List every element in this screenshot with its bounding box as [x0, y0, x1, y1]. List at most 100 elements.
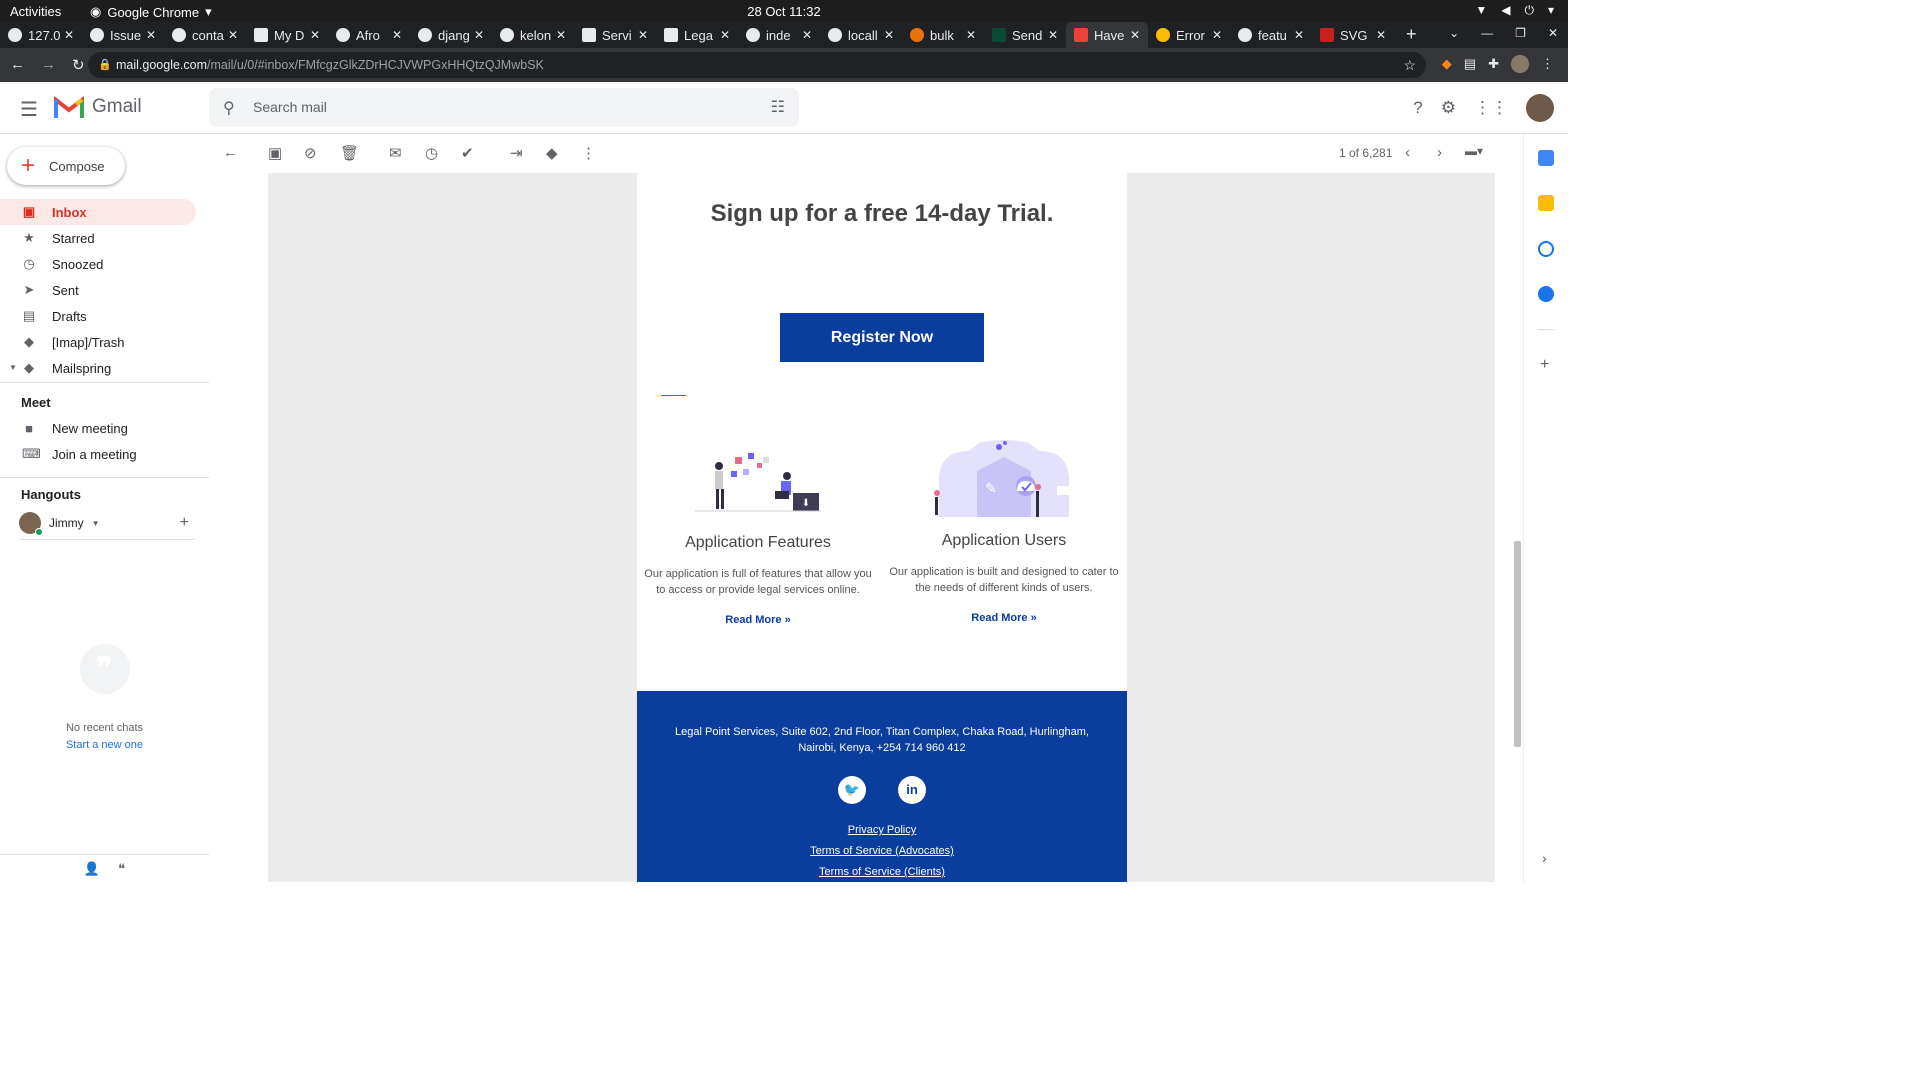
chevron-down-icon[interactable]: ▼ — [92, 519, 100, 528]
gmail-logo[interactable]: Gmail — [54, 96, 142, 118]
calendar-icon[interactable] — [1538, 150, 1554, 166]
close-icon[interactable]: ✕ — [392, 28, 402, 42]
close-icon[interactable]: ✕ — [310, 28, 320, 42]
sidebar-item-sent[interactable]: ➤ Sent — [0, 277, 196, 303]
hangouts-user[interactable]: Jimmy ▼ + — [19, 509, 197, 537]
newer-chevron-icon[interactable]: ‹ — [1405, 144, 1410, 161]
new-tab-button[interactable]: + — [1406, 22, 1417, 48]
read-more-link[interactable]: Read More » — [888, 612, 1120, 624]
browser-tab[interactable]: My D ✕ — [246, 22, 328, 48]
sidebar-item-inbox[interactable]: ▣ Inbox — [0, 199, 196, 225]
report-spam-icon[interactable]: ⊘ — [304, 144, 317, 162]
browser-tab[interactable]: locall ✕ — [820, 22, 902, 48]
forward-icon[interactable]: → — [41, 56, 56, 74]
browser-tab[interactable]: djang ✕ — [410, 22, 492, 48]
browser-tab-active[interactable]: Have ✕ — [1066, 22, 1148, 48]
close-icon[interactable]: ✕ — [1130, 28, 1140, 42]
read-more-link[interactable]: Read More » — [642, 614, 874, 626]
get-addons-plus-icon[interactable]: + — [1540, 356, 1549, 374]
browser-tab[interactable]: Send ✕ — [984, 22, 1066, 48]
close-icon[interactable]: ✕ — [884, 28, 894, 42]
archive-icon[interactable]: ▣ — [268, 144, 282, 162]
close-icon[interactable]: ✕ — [228, 28, 238, 42]
new-meeting-button[interactable]: ■ New meeting — [0, 415, 196, 441]
label-icon[interactable]: ◆ — [546, 144, 558, 162]
register-now-button[interactable]: Register Now — [780, 313, 984, 362]
close-icon[interactable]: ✕ — [556, 28, 566, 42]
browser-tab[interactable]: Issue ✕ — [82, 22, 164, 48]
main-menu-icon[interactable]: ☰ — [20, 97, 38, 122]
browser-tab[interactable]: inde ✕ — [738, 22, 820, 48]
close-icon[interactable]: ✕ — [1294, 28, 1304, 42]
add-task-icon[interactable]: ✔ — [461, 144, 474, 162]
contacts-icon[interactable]: 👤 — [84, 861, 100, 877]
extension-icon[interactable]: ▤ — [1464, 56, 1476, 72]
more-vert-icon[interactable]: ⋮ — [581, 144, 596, 162]
search-input[interactable] — [253, 96, 733, 118]
show-side-panel-chevron-icon[interactable]: › — [1542, 850, 1547, 866]
close-icon[interactable]: ✕ — [1048, 28, 1058, 42]
move-to-icon[interactable]: ⇥ — [510, 144, 523, 162]
close-icon[interactable]: ✕ — [966, 28, 976, 42]
system-tray[interactable]: ▼ ◀ ⏻ ▾ — [1475, 3, 1554, 18]
terms-advocates-link[interactable]: Terms of Service (Advocates) — [637, 845, 1127, 857]
older-chevron-icon[interactable]: › — [1437, 144, 1442, 161]
more-vert-icon[interactable]: ⋮ — [1541, 56, 1554, 72]
expand-arrow-icon[interactable]: ▼ — [9, 363, 17, 372]
sidebar-item-imap-trash[interactable]: ◆ [Imap]/Trash — [0, 329, 196, 355]
close-window-icon[interactable]: ✕ — [1548, 26, 1558, 40]
close-icon[interactable]: ✕ — [64, 28, 74, 42]
account-avatar[interactable] — [1526, 94, 1554, 122]
start-new-chat-link[interactable]: Start a new one — [0, 739, 209, 751]
apps-grid-icon[interactable]: ⋮⋮ — [1474, 98, 1508, 118]
browser-tab[interactable]: 127.0 ✕ — [0, 22, 82, 48]
browser-tab[interactable]: Servi ✕ — [574, 22, 656, 48]
terms-clients-link[interactable]: Terms of Service (Clients) — [637, 866, 1127, 878]
back-arrow-icon[interactable]: ← — [223, 144, 238, 161]
sidebar-item-mailspring[interactable]: ◆ Mailspring — [0, 355, 196, 381]
join-meeting-button[interactable]: ⌨ Join a meeting — [0, 441, 196, 467]
linkedin-icon[interactable]: in — [898, 776, 926, 804]
close-icon[interactable]: ✕ — [146, 28, 156, 42]
tasks-icon[interactable] — [1538, 241, 1554, 257]
input-tools-icon[interactable]: ▬▾ — [1465, 144, 1483, 158]
browser-tab[interactable]: Lega ✕ — [656, 22, 738, 48]
search-icon[interactable]: ⚲ — [223, 98, 235, 118]
scrollbar-thumb[interactable] — [1514, 541, 1521, 747]
browser-tab[interactable]: SVG ✕ — [1312, 22, 1394, 48]
close-icon[interactable]: ✕ — [720, 28, 730, 42]
url-bar[interactable]: 🔒 mail.google.com/mail/u/0/#inbox/FMfcgz… — [88, 52, 1426, 78]
sidebar-item-starred[interactable]: ★ Starred — [0, 225, 196, 251]
close-icon[interactable]: ✕ — [474, 28, 484, 42]
settings-gear-icon[interactable]: ⚙ — [1441, 98, 1456, 118]
search-options-icon[interactable]: ☷ — [771, 97, 785, 117]
minimize-icon[interactable]: — — [1481, 26, 1493, 40]
close-icon[interactable]: ✕ — [1212, 28, 1222, 42]
sidebar-item-drafts[interactable]: ▤ Drafts — [0, 303, 196, 329]
search-box[interactable]: ⚲ ☷ — [209, 88, 799, 127]
browser-tab[interactable]: bulk ✕ — [902, 22, 984, 48]
mark-unread-icon[interactable]: ✉ — [389, 144, 402, 162]
maximize-icon[interactable]: ❐ — [1515, 26, 1526, 40]
contacts-icon[interactable] — [1538, 286, 1554, 302]
browser-tab[interactable]: kelon ✕ — [492, 22, 574, 48]
privacy-policy-link[interactable]: Privacy Policy — [637, 824, 1127, 836]
close-icon[interactable]: ✕ — [1376, 28, 1386, 42]
hangouts-icon[interactable]: ❝ — [118, 861, 125, 877]
browser-tab[interactable]: conta ✕ — [164, 22, 246, 48]
clock[interactable]: 28 Oct 11:32 — [0, 4, 1568, 19]
add-chat-icon[interactable]: + — [180, 514, 189, 532]
close-icon[interactable]: ✕ — [802, 28, 812, 42]
browser-tab[interactable]: Error ✕ — [1148, 22, 1230, 48]
bookmark-star-icon[interactable]: ☆ — [1403, 52, 1416, 78]
profile-avatar[interactable] — [1511, 55, 1529, 73]
lock-icon[interactable]: 🔒 — [98, 52, 112, 78]
metamask-icon[interactable]: ◆ — [1442, 56, 1452, 72]
help-icon[interactable]: ? — [1413, 98, 1422, 118]
delete-icon[interactable]: 🗑 — [340, 144, 359, 162]
back-icon[interactable]: ← — [10, 56, 25, 74]
browser-tab[interactable]: Afro ✕ — [328, 22, 410, 48]
extensions-puzzle-icon[interactable]: ✚ — [1488, 56, 1499, 72]
reload-icon[interactable]: ↻ — [72, 56, 85, 74]
browser-tab[interactable]: featu ✕ — [1230, 22, 1312, 48]
